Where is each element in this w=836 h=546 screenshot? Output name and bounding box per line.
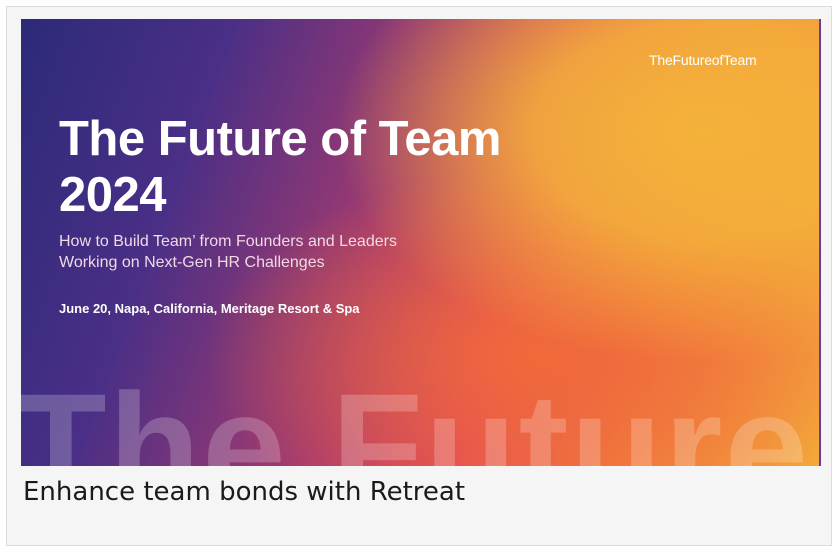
banner-subtitle-line: Working on Next-Gen HR Challenges xyxy=(59,254,325,271)
event-banner-image[interactable]: The Future TheFutureofTeam The Future of… xyxy=(21,19,821,466)
banner-edge-divider xyxy=(819,19,821,466)
banner-subtitle: How to Build Team’ from Founders and Lea… xyxy=(59,231,397,273)
banner-subtitle-line: How to Build Team’ from Founders and Lea… xyxy=(59,233,397,250)
banner-title: The Future of Team 2024 xyxy=(59,111,502,223)
banner-title-line: The Future of Team xyxy=(59,112,502,166)
banner-watermark-text: The Future xyxy=(21,362,810,466)
event-details: June 20, Napa, California, Meritage Reso… xyxy=(59,301,360,316)
content-card[interactable]: The Future TheFutureofTeam The Future of… xyxy=(6,6,832,546)
brand-logo: TheFutureofTeam xyxy=(649,52,757,68)
banner-title-year: 2024 xyxy=(59,168,167,222)
card-caption[interactable]: Enhance team bonds with Retreat xyxy=(23,477,465,507)
